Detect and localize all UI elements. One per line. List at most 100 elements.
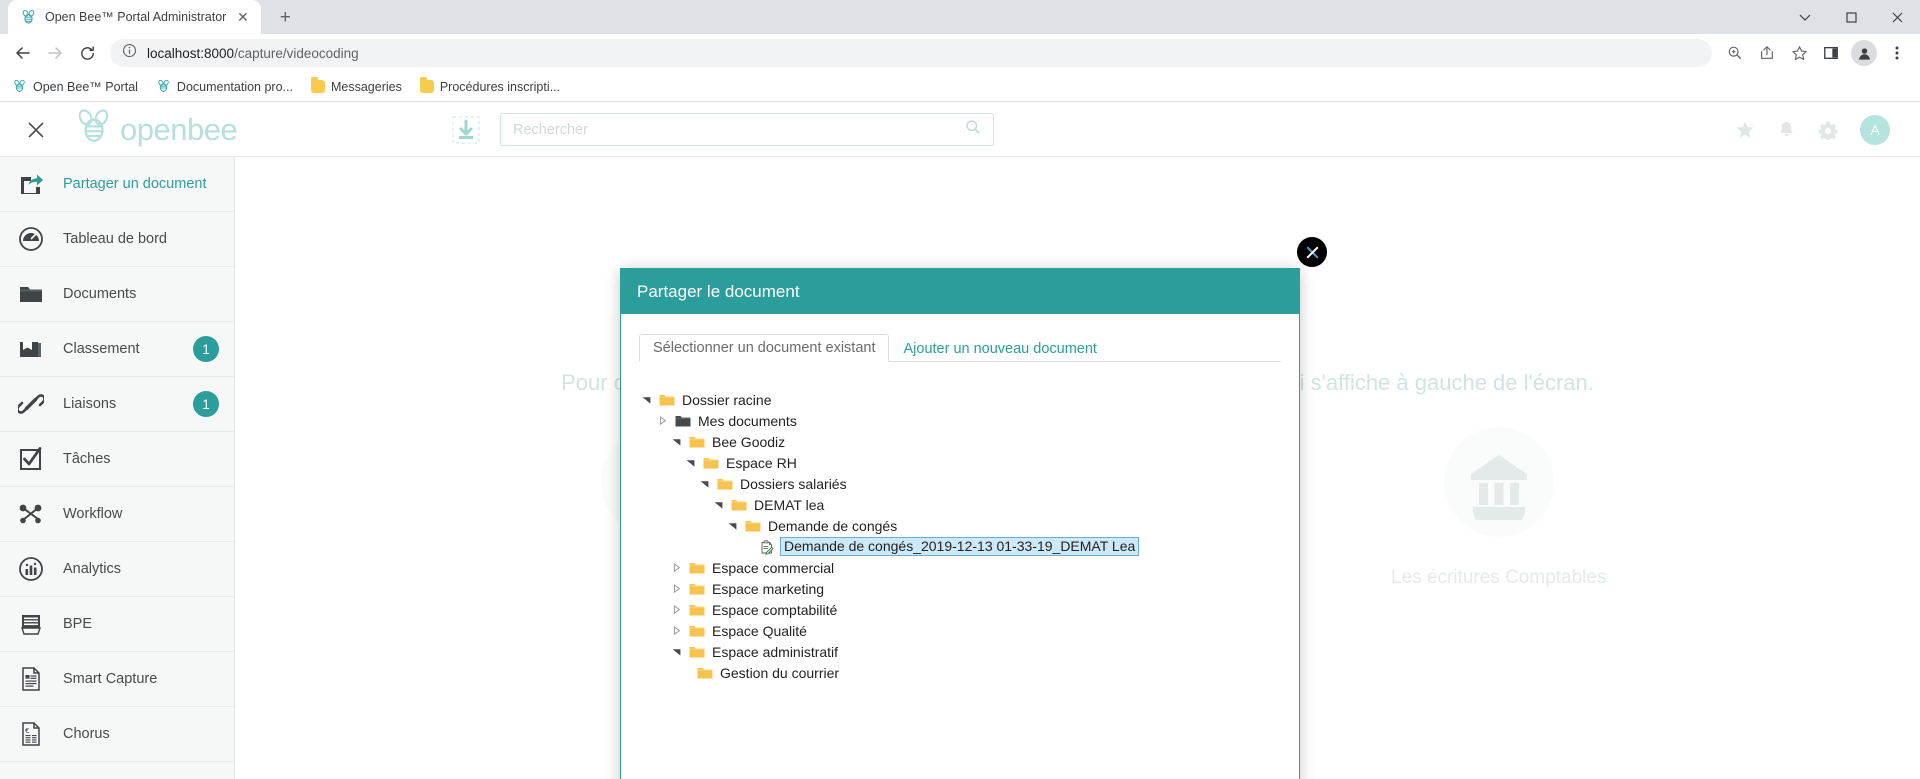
- bookmark-item[interactable]: Documentation pro...: [156, 79, 293, 94]
- tree-node[interactable]: Espace administratif: [639, 641, 1281, 662]
- minimize-icon[interactable]: [1782, 0, 1828, 34]
- app-logo[interactable]: openbee: [72, 109, 287, 150]
- side-panel-icon[interactable]: [1816, 38, 1846, 68]
- sidebar-item-label: Tâches: [63, 451, 111, 467]
- app-header-center: Rechercher: [287, 113, 1735, 146]
- tree-node[interactable]: Espace Qualité: [639, 620, 1281, 641]
- folder-open-icon: [689, 624, 705, 638]
- sidebar-item-workflow[interactable]: Workflow: [0, 487, 234, 542]
- chevron-right-icon[interactable]: [669, 602, 684, 617]
- sidebar-item-partager-un-document[interactable]: Partager un document: [0, 157, 234, 212]
- tree-node[interactable]: Espace RH: [639, 452, 1281, 473]
- sidebar-item-label: BPE: [63, 616, 93, 632]
- filing-icon: [16, 334, 46, 364]
- bookmark-item[interactable]: Procédures inscripti...: [419, 77, 560, 94]
- tree-node[interactable]: Espace commercial: [639, 557, 1281, 578]
- bpe-icon: [16, 609, 46, 639]
- bell-icon[interactable]: [1777, 120, 1796, 139]
- tree-node-label: Espace comptabilité: [712, 601, 838, 618]
- sidebar-close-icon[interactable]: [0, 103, 72, 157]
- tree-node[interactable]: Dossiers salariés: [639, 473, 1281, 494]
- sidebar-item-label: Tableau de bord: [63, 231, 167, 247]
- tree-node[interactable]: Demande de congés: [639, 515, 1281, 536]
- sidebar-item-taches[interactable]: Tâches: [0, 432, 234, 487]
- sidebar-item-chorus[interactable]: € Chorus: [0, 707, 234, 762]
- chevron-right-icon[interactable]: [669, 560, 684, 575]
- sidebar-item-label: Documents: [63, 286, 137, 302]
- sidebar-item-tableau-de-bord[interactable]: Tableau de bord: [0, 212, 234, 267]
- new-tab-button[interactable]: +: [271, 3, 299, 31]
- page-viewport: Pour commencer à traiter et classer vos …: [0, 103, 1920, 779]
- close-icon[interactable]: ✕: [234, 9, 251, 26]
- workflow-icon: [16, 499, 46, 529]
- sidebar-item-label: Partager un document: [63, 176, 207, 192]
- sidebar-item-documents[interactable]: Documents: [0, 267, 234, 322]
- chevron-down-icon[interactable]: [711, 497, 726, 512]
- link-icon: [16, 389, 46, 419]
- dialog-tabs: Sélectionner un document existant Ajoute…: [639, 331, 1281, 362]
- reload-icon[interactable]: [72, 38, 102, 68]
- bookmark-item[interactable]: Open Bee™ Portal: [12, 79, 138, 94]
- tree-node[interactable]: Gestion du courrier: [639, 662, 1281, 683]
- sidebar-item-label: Chorus: [63, 726, 110, 742]
- modal-close-button[interactable]: [1297, 237, 1327, 267]
- chevron-down-icon[interactable]: [639, 392, 654, 407]
- chevron-right-icon[interactable]: [669, 581, 684, 596]
- folder-open-icon: [689, 582, 705, 596]
- document-tree: Dossier racine Mes documents Bee Goodiz: [639, 389, 1281, 779]
- browser-menu-icon[interactable]: [1882, 38, 1912, 68]
- tab-add-new-document[interactable]: Ajouter un nouveau document: [889, 335, 1110, 362]
- maximize-icon[interactable]: [1828, 0, 1874, 34]
- window-close-icon[interactable]: [1874, 0, 1920, 34]
- sidebar-item-bpe[interactable]: BPE: [0, 597, 234, 652]
- gear-icon[interactable]: [1818, 120, 1838, 140]
- sidebar-item-analytics[interactable]: Analytics: [0, 542, 234, 597]
- back-icon[interactable]: [8, 38, 38, 68]
- tree-node-selected[interactable]: Demande de congés_2019-12-13 01-33-19_DE…: [639, 536, 1281, 557]
- search-input[interactable]: Rechercher: [500, 113, 994, 146]
- star-icon[interactable]: [1735, 120, 1755, 140]
- share-document-dialog: Partager le document Sélectionner un doc…: [620, 268, 1300, 779]
- checkbox-icon: [16, 444, 46, 474]
- site-info-icon[interactable]: [122, 43, 137, 63]
- tree-node[interactable]: Espace comptabilité: [639, 599, 1281, 620]
- sidebar-item-smart-capture[interactable]: Smart Capture: [0, 652, 234, 707]
- forward-icon[interactable]: [40, 38, 70, 68]
- tree-node-label: DEMAT lea: [754, 496, 825, 513]
- folder-dark-icon: [675, 414, 691, 428]
- tree-node[interactable]: DEMAT lea: [639, 494, 1281, 515]
- download-icon[interactable]: [450, 114, 482, 146]
- browser-tab[interactable]: Open Bee™ Portal Administrator ✕: [8, 0, 262, 34]
- chevron-down-icon[interactable]: [683, 455, 698, 470]
- tree-node[interactable]: Dossier racine: [639, 389, 1281, 410]
- sidebar-item-classement[interactable]: Classement 1: [0, 322, 234, 377]
- address-bar[interactable]: localhost:8000/capture/videocoding: [110, 39, 1712, 67]
- zoom-icon[interactable]: [1720, 38, 1750, 68]
- sidebar-item-liaisons[interactable]: Liaisons 1: [0, 377, 234, 432]
- toolbar-icons: [1720, 38, 1912, 68]
- chevron-right-icon[interactable]: [669, 623, 684, 638]
- sidebar-item-label: Workflow: [63, 506, 123, 522]
- folder-open-icon: [689, 435, 705, 449]
- chevron-down-icon[interactable]: [697, 476, 712, 491]
- tree-node-label: Mes documents: [698, 412, 797, 429]
- avatar[interactable]: A: [1860, 114, 1890, 145]
- chevron-down-icon[interactable]: [669, 644, 684, 659]
- chevron-down-icon[interactable]: [669, 434, 684, 449]
- profile-icon[interactable]: [1851, 40, 1877, 66]
- openbee-icon: [12, 79, 27, 94]
- empty-state-tile[interactable]: Les écritures Comptables: [1384, 427, 1614, 589]
- address-bar-url: localhost:8000/capture/videocoding: [147, 46, 359, 61]
- share-icon[interactable]: [1752, 38, 1782, 68]
- chevron-down-icon[interactable]: [725, 518, 740, 533]
- bookmark-item[interactable]: Messageries: [310, 77, 402, 94]
- tree-node[interactable]: Espace marketing: [639, 578, 1281, 599]
- tab-select-existing-document[interactable]: Sélectionner un document existant: [639, 334, 890, 362]
- search-icon[interactable]: [965, 119, 981, 140]
- browser-tabstrip: Open Bee™ Portal Administrator ✕ +: [0, 0, 1920, 34]
- tree-node[interactable]: Mes documents: [639, 410, 1281, 431]
- chevron-right-icon[interactable]: [655, 413, 670, 428]
- folder-icon: [310, 77, 325, 93]
- bookmark-star-icon[interactable]: [1784, 38, 1814, 68]
- tree-node[interactable]: Bee Goodiz: [639, 431, 1281, 452]
